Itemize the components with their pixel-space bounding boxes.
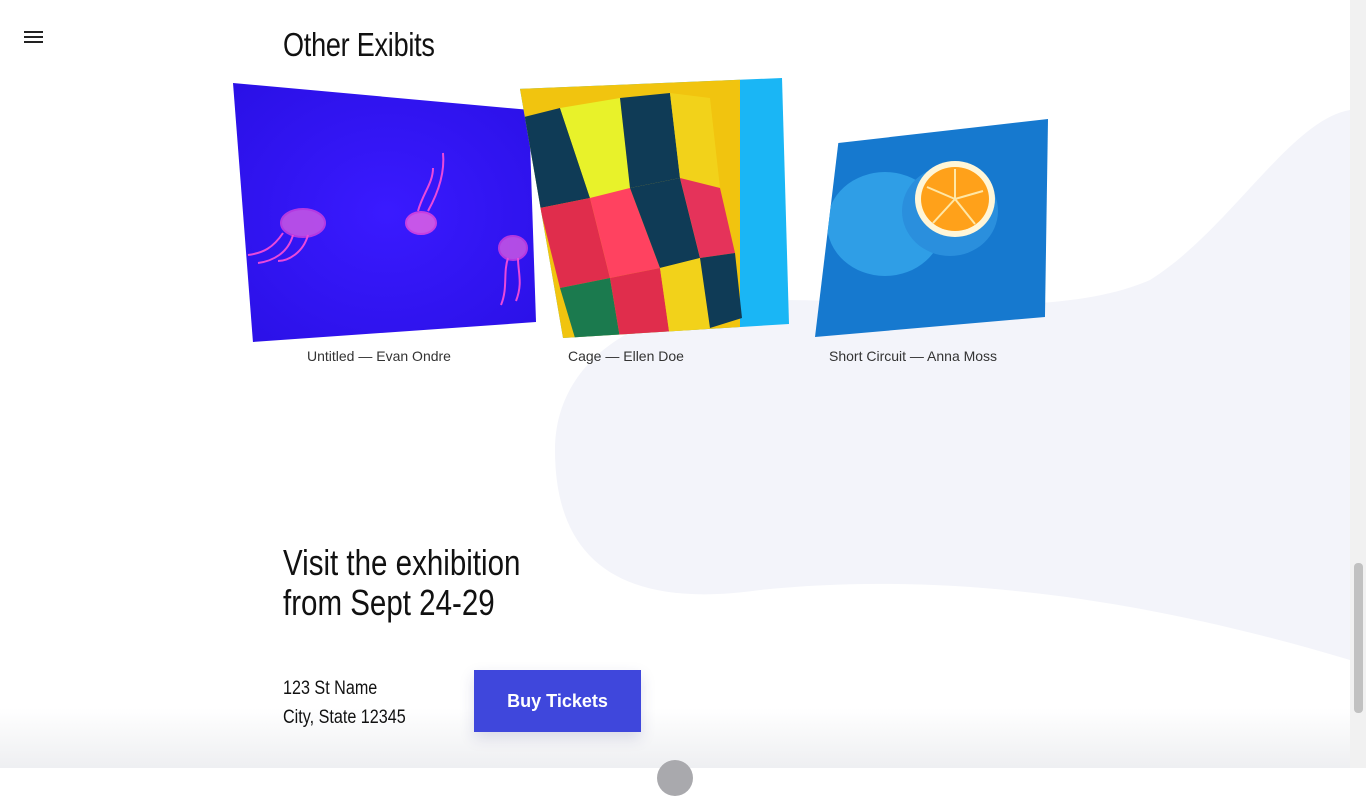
- exhibit-card-short-circuit[interactable]: [815, 119, 1048, 337]
- hamburger-menu-icon[interactable]: [24, 31, 44, 45]
- exhibit-card-cage[interactable]: [520, 78, 789, 338]
- visit-heading: Visit the exhibition from Sept 24-29: [283, 543, 520, 623]
- address-line1: 123 St Name: [283, 678, 378, 699]
- hot-air-balloon-artwork[interactable]: [520, 78, 789, 338]
- address: 123 St Name City, State 12345: [283, 674, 406, 732]
- visit-heading-line2: from Sept 24-29: [283, 582, 495, 623]
- address-line2: City, State 12345: [283, 707, 406, 728]
- blue-orange-artwork[interactable]: [815, 119, 1048, 337]
- buy-tickets-button[interactable]: Buy Tickets: [474, 670, 641, 732]
- exhibit-card-untitled[interactable]: [233, 83, 540, 342]
- bottom-fade: [0, 708, 1350, 768]
- exhibit-caption: Short Circuit — Anna Moss: [829, 348, 998, 364]
- section-title: Other Exibits: [283, 26, 435, 63]
- scrollbar-thumb[interactable]: [1354, 563, 1363, 713]
- scroll-to-top-button[interactable]: [657, 760, 693, 796]
- visit-heading-line1: Visit the exhibition: [283, 542, 521, 583]
- exhibit-caption: Cage — Ellen Doe: [568, 348, 684, 364]
- exhibit-caption: Untitled — Evan Ondre: [307, 348, 451, 364]
- jellyfish-artwork[interactable]: [233, 83, 537, 342]
- page-scrollbar[interactable]: [1350, 0, 1366, 768]
